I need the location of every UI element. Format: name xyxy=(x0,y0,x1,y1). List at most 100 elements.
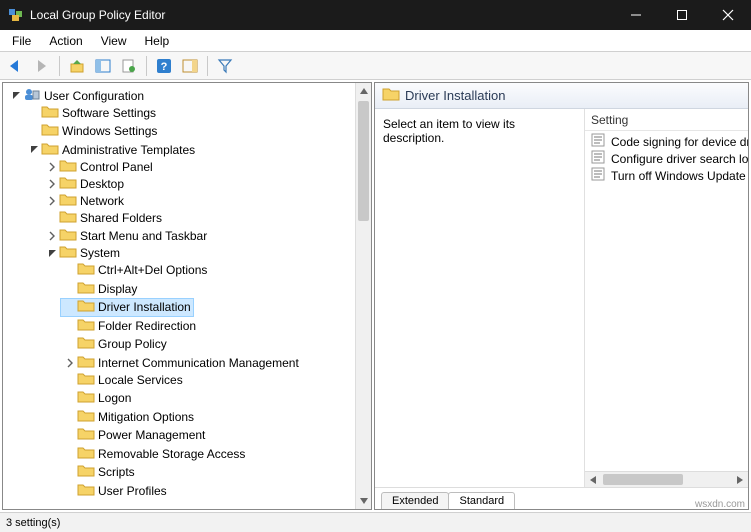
tree-item-label: Logon xyxy=(98,391,131,405)
folder-icon xyxy=(78,446,94,462)
folder-icon xyxy=(60,193,76,209)
tree-item[interactable]: Internet Communication Management xyxy=(61,354,301,371)
folder-icon xyxy=(42,105,58,121)
forward-button[interactable] xyxy=(30,54,54,78)
tree-item-label: Control Panel xyxy=(80,160,153,174)
tab-standard[interactable]: Standard xyxy=(448,492,515,509)
show-hide-console-tree-button[interactable] xyxy=(91,54,115,78)
hscroll-thumb[interactable] xyxy=(603,474,683,485)
tree-item[interactable]: Logon xyxy=(61,390,133,407)
setting-label: Code signing for device dr xyxy=(611,135,748,149)
tree-item[interactable]: System xyxy=(43,245,122,262)
collapse-icon[interactable] xyxy=(27,143,41,157)
policy-icon xyxy=(591,167,605,184)
expand-icon[interactable] xyxy=(45,194,59,208)
tree-item-label: Software Settings xyxy=(62,106,156,120)
setting-label: Configure driver search lo xyxy=(611,152,748,166)
tree-item-label: Display xyxy=(98,282,137,296)
tree-item-label: Scripts xyxy=(98,465,135,479)
filter-button[interactable] xyxy=(213,54,237,78)
tree-item-label: Network xyxy=(80,194,124,208)
tree-item[interactable]: Group Policy xyxy=(61,336,169,353)
tree-item-label: Administrative Templates xyxy=(62,143,195,157)
menu-file[interactable]: File xyxy=(4,32,39,50)
folder-icon xyxy=(78,262,94,278)
setting-item[interactable]: Turn off Windows Update xyxy=(585,167,748,184)
console-tree-pane: User Configuration Software Settings Windo… xyxy=(2,82,372,510)
help-button[interactable]: ? xyxy=(152,54,176,78)
folder-icon xyxy=(78,464,94,480)
show-hide-action-pane-button[interactable] xyxy=(178,54,202,78)
scroll-thumb[interactable] xyxy=(358,101,369,221)
folder-icon xyxy=(78,355,94,371)
column-header-setting[interactable]: Setting xyxy=(585,109,748,131)
up-button[interactable] xyxy=(65,54,89,78)
tree-item[interactable]: Windows Settings xyxy=(25,123,159,140)
expand-icon[interactable] xyxy=(45,177,59,191)
back-button[interactable] xyxy=(4,54,28,78)
menu-bar: File Action View Help xyxy=(0,30,751,52)
export-list-button[interactable] xyxy=(117,54,141,78)
minimize-button[interactable] xyxy=(613,0,659,30)
close-button[interactable] xyxy=(705,0,751,30)
tree-item[interactable]: Desktop xyxy=(43,175,126,192)
tab-extended[interactable]: Extended xyxy=(381,492,449,509)
settings-list[interactable]: Code signing for device dr Configure driv… xyxy=(585,131,748,471)
tree-item[interactable]: Ctrl+Alt+Del Options xyxy=(61,262,209,279)
folder-icon xyxy=(60,228,76,244)
scroll-left-button[interactable] xyxy=(585,472,601,488)
maximize-button[interactable] xyxy=(659,0,705,30)
scroll-down-button[interactable] xyxy=(356,493,371,509)
collapse-icon[interactable] xyxy=(45,246,59,260)
tree-item-label: Ctrl+Alt+Del Options xyxy=(98,263,207,277)
tree-item[interactable]: Removable Storage Access xyxy=(61,445,247,462)
title-bar: Local Group Policy Editor xyxy=(0,0,751,30)
tree-item[interactable]: Mitigation Options xyxy=(61,408,196,425)
policy-icon xyxy=(591,150,605,167)
tree-item-label: User Profiles xyxy=(98,484,167,498)
folder-icon xyxy=(78,409,94,425)
window-title: Local Group Policy Editor xyxy=(30,8,613,22)
tree-item-label: Mitigation Options xyxy=(98,410,194,424)
menu-view[interactable]: View xyxy=(93,32,135,50)
tree-item[interactable]: Locale Services xyxy=(61,371,185,388)
policy-icon xyxy=(591,133,605,150)
folder-icon xyxy=(78,281,94,297)
tree-item[interactable]: Network xyxy=(43,192,126,209)
toolbar-separator xyxy=(59,56,60,76)
tree-item[interactable]: User Profiles xyxy=(61,482,169,499)
hscroll-track[interactable] xyxy=(601,472,732,487)
user-config-icon xyxy=(24,87,40,104)
scroll-right-button[interactable] xyxy=(732,472,748,488)
tree-item[interactable]: Driver Installation xyxy=(61,299,193,316)
setting-item[interactable]: Code signing for device dr xyxy=(585,133,748,150)
expand-icon[interactable] xyxy=(9,89,23,103)
tree-item[interactable]: Folder Redirection xyxy=(61,317,198,334)
setting-item[interactable]: Configure driver search lo xyxy=(585,150,748,167)
expand-icon[interactable] xyxy=(63,356,77,370)
tree-item-label: Windows Settings xyxy=(62,124,157,138)
toolbar: ? xyxy=(0,52,751,80)
tree-item[interactable]: User Configuration xyxy=(7,87,146,104)
client-area: User Configuration Software Settings Windo… xyxy=(0,80,751,512)
tree-item[interactable]: Software Settings xyxy=(25,104,158,121)
tree-item[interactable]: Display xyxy=(61,280,139,297)
expand-icon[interactable] xyxy=(45,160,59,174)
tree-item-label: Driver Installation xyxy=(98,300,191,314)
details-horizontal-scrollbar[interactable] xyxy=(585,471,748,487)
tree-item[interactable]: Control Panel xyxy=(43,158,155,175)
scroll-up-button[interactable] xyxy=(356,83,371,99)
toolbar-separator xyxy=(146,56,147,76)
tree-item[interactable]: Shared Folders xyxy=(43,209,164,226)
tree-item[interactable]: Start Menu and Taskbar xyxy=(43,228,209,245)
folder-icon xyxy=(78,299,94,315)
menu-help[interactable]: Help xyxy=(137,32,178,50)
tree-item[interactable]: Scripts xyxy=(61,464,137,481)
tree-item[interactable]: Administrative Templates xyxy=(25,141,197,158)
expand-icon[interactable] xyxy=(45,229,59,243)
tree-vertical-scrollbar[interactable] xyxy=(355,83,371,509)
console-tree[interactable]: User Configuration Software Settings Windo… xyxy=(3,83,355,509)
menu-action[interactable]: Action xyxy=(41,32,90,50)
scroll-track[interactable] xyxy=(356,99,371,493)
tree-item[interactable]: Power Management xyxy=(61,427,207,444)
